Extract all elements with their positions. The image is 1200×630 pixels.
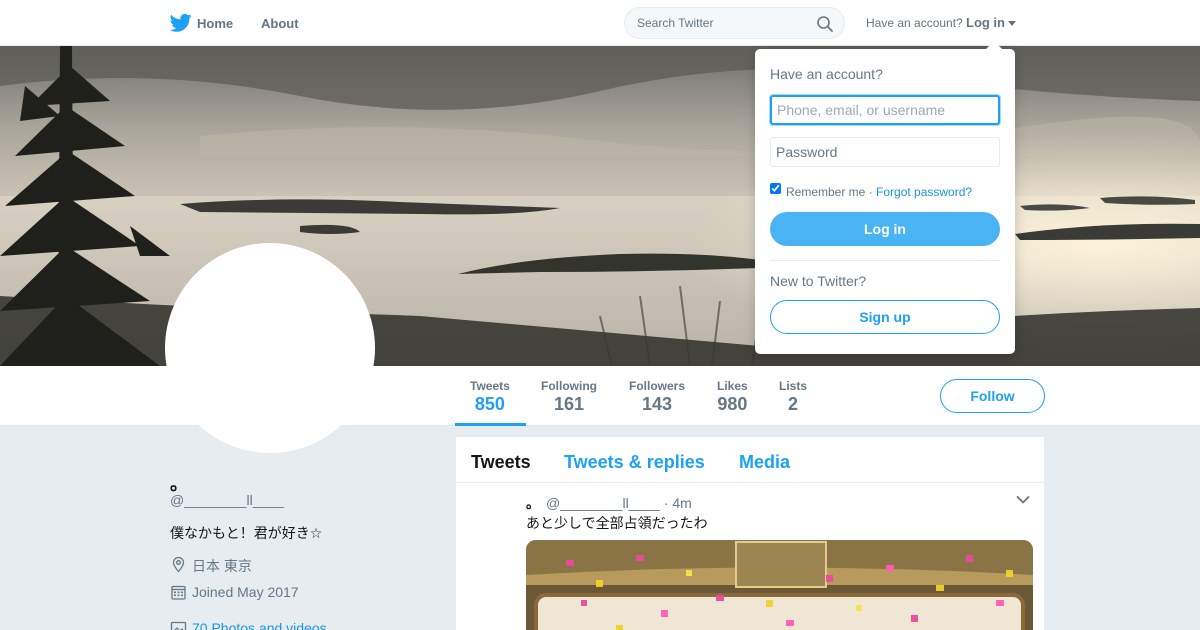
- timeline-panel: Tweets Tweets & replies Media 。 @________…: [456, 437, 1044, 630]
- profile-avatar[interactable]: [165, 243, 375, 453]
- timeline-tabs: Tweets Tweets & replies Media: [456, 437, 1044, 483]
- photos-link-text[interactable]: 70 Photos and videos: [192, 620, 327, 630]
- photo-icon: [170, 621, 187, 630]
- profile-handle[interactable]: @________ll____: [170, 492, 284, 508]
- location-pin-icon: [172, 556, 185, 573]
- forgot-password-link[interactable]: Forgot password?: [876, 185, 972, 199]
- profile-bio: 僕なかもと！君が好き☆: [170, 525, 323, 541]
- login-dropdown-toggle[interactable]: Log in: [966, 15, 1005, 30]
- login-dropdown: Have an account? Remember me · Forgot pa…: [755, 41, 1015, 354]
- stat-label: Tweets: [470, 379, 510, 393]
- tweet-header: 。 @________ll____ · 4m: [526, 493, 692, 513]
- stat-likes[interactable]: Likes 980: [717, 379, 748, 415]
- nav-about-link[interactable]: About: [261, 16, 299, 31]
- active-tab-indicator: [455, 423, 526, 426]
- top-navigation-bar: Home About Have an account? Log in: [0, 0, 1200, 46]
- new-to-twitter-text: New to Twitter?: [770, 273, 867, 289]
- search-icon[interactable]: [816, 15, 834, 33]
- stat-value: 143: [641, 394, 673, 414]
- stat-label: Lists: [779, 379, 808, 393]
- username-field[interactable]: [770, 95, 1000, 125]
- tab-tweets-and-replies[interactable]: Tweets & replies: [564, 452, 705, 473]
- chevron-down-icon[interactable]: [1016, 495, 1030, 505]
- location-text: 日本 東京: [192, 558, 252, 574]
- stat-value: 2: [788, 394, 799, 414]
- login-button[interactable]: Log in: [770, 212, 1000, 246]
- password-field[interactable]: [770, 137, 1000, 167]
- signup-button[interactable]: Sign up: [770, 300, 1000, 334]
- tab-tweets[interactable]: Tweets: [471, 452, 531, 473]
- stat-label: Followers: [629, 379, 686, 393]
- chevron-down-icon[interactable]: [1008, 21, 1016, 26]
- search-input[interactable]: [637, 15, 807, 31]
- tweet-timestamp[interactable]: · 4m: [664, 495, 692, 511]
- remember-me-label[interactable]: Remember me ·: [786, 185, 876, 199]
- remember-me-checkbox[interactable]: [770, 183, 781, 194]
- tweet-media-image[interactable]: [526, 540, 1033, 630]
- tweet-author-name[interactable]: 。: [526, 495, 540, 511]
- stat-value: 850: [474, 394, 505, 414]
- stat-following[interactable]: Following 161: [541, 379, 597, 415]
- twitter-bird-icon[interactable]: [170, 13, 192, 33]
- nav-home-link[interactable]: Home: [197, 16, 233, 31]
- have-account-text: Have an account?: [866, 16, 963, 30]
- tweet-author-handle[interactable]: @________ll____: [546, 495, 660, 511]
- follow-button[interactable]: Follow: [940, 379, 1045, 413]
- stat-value: 161: [553, 394, 585, 414]
- search-box: [624, 7, 845, 39]
- divider: [770, 260, 1000, 261]
- calendar-icon: [171, 585, 186, 600]
- dropdown-arrow: [986, 41, 1002, 49]
- stat-lists[interactable]: Lists 2: [779, 379, 807, 415]
- stat-label: Likes: [717, 379, 748, 393]
- login-dropdown-title: Have an account?: [770, 66, 883, 82]
- stat-label: Following: [541, 379, 597, 393]
- stat-tweets[interactable]: Tweets 850: [470, 379, 510, 415]
- tab-media[interactable]: Media: [739, 452, 790, 473]
- remember-me-label-wrap: Remember me · Forgot password?: [786, 185, 972, 199]
- stat-value: 980: [717, 394, 748, 414]
- tweet-text: あと少しで全部占領だったわ: [526, 515, 708, 531]
- joined-text: Joined May 2017: [192, 584, 299, 600]
- stat-followers[interactable]: Followers 143: [629, 379, 685, 415]
